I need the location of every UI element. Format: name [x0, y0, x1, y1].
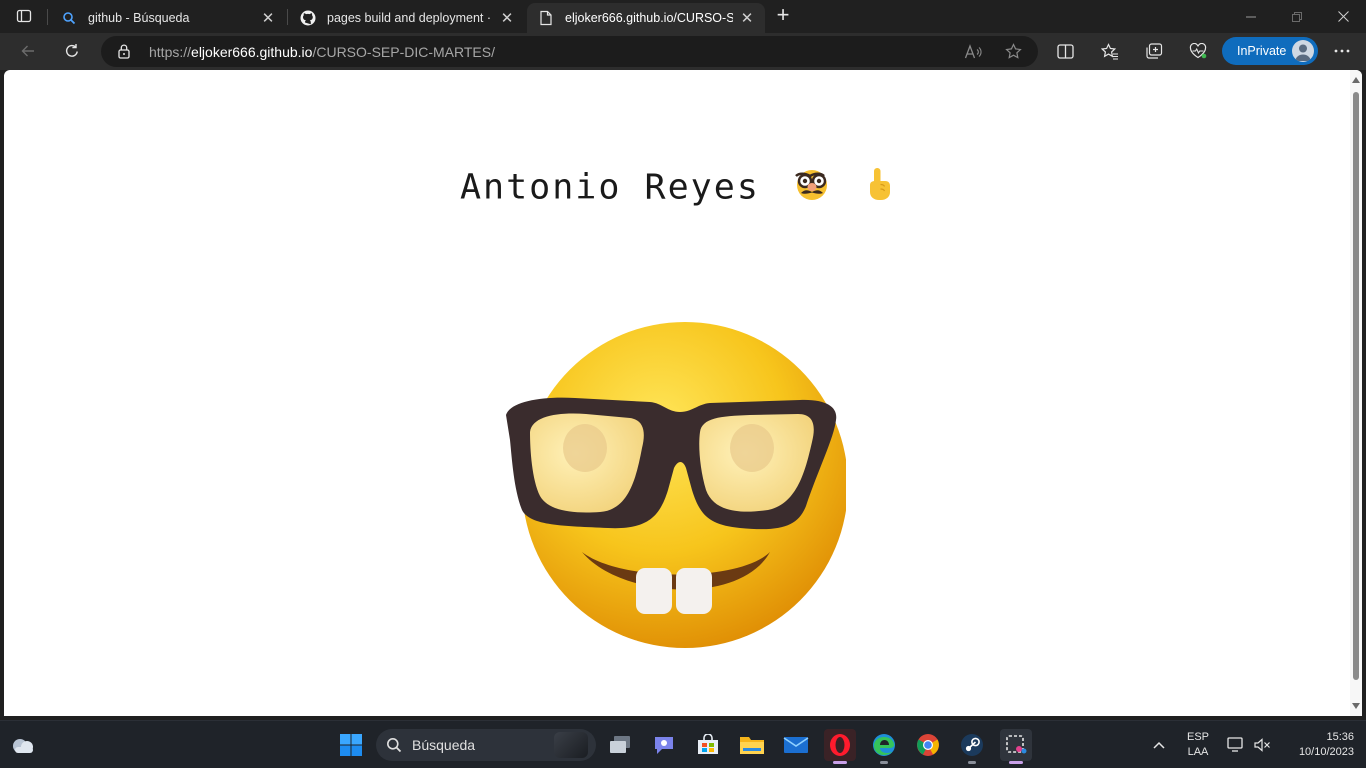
- tab-pages-build[interactable]: pages build and deployment · El ✕: [289, 3, 525, 33]
- url-path: /CURSO-SEP-DIC-MARTES/: [312, 44, 495, 60]
- tab-current-page[interactable]: eljoker666.github.io/CURSO-SEP ✕: [527, 3, 765, 33]
- back-arrow-icon: [21, 45, 34, 57]
- vertical-scrollbar[interactable]: [1350, 70, 1362, 716]
- url-text[interactable]: https://eljoker666.github.io/CURSO-SEP-D…: [149, 44, 495, 60]
- edge-icon[interactable]: [868, 729, 900, 764]
- tab-strip: github - Búsqueda ✕ pages build and depl…: [0, 0, 1366, 33]
- search-icon: [60, 9, 78, 27]
- nerd-face-icon: [500, 320, 848, 650]
- steam-icon[interactable]: [956, 729, 988, 764]
- minimize-button[interactable]: [1228, 0, 1274, 33]
- settings-more-button[interactable]: [1327, 37, 1357, 65]
- file-explorer-icon[interactable]: [736, 729, 768, 761]
- profile-avatar: [1292, 40, 1314, 62]
- disguise-face-icon: [793, 166, 831, 211]
- scroll-down-arrow[interactable]: [1352, 703, 1360, 709]
- inprivate-label: InPrivate: [1237, 44, 1287, 58]
- network-icon[interactable]: [1222, 729, 1250, 761]
- snipping-tool-icon[interactable]: [1000, 729, 1032, 764]
- pointing-up-icon: [864, 166, 894, 211]
- language-label: ESP: [1186, 731, 1209, 743]
- close-window-button[interactable]: [1320, 0, 1366, 33]
- inprivate-button[interactable]: InPrivate: [1222, 37, 1318, 65]
- read-aloud-button[interactable]: [959, 39, 987, 64]
- restore-icon: [1292, 11, 1302, 22]
- lock-icon[interactable]: [117, 43, 131, 64]
- chrome-icon[interactable]: [912, 729, 944, 761]
- browser-essentials-button[interactable]: [1183, 37, 1213, 65]
- heading-text: Antonio Reyes: [459, 167, 760, 208]
- favorites-button[interactable]: [1095, 37, 1125, 65]
- tab-github-search[interactable]: github - Búsqueda ✕: [50, 3, 286, 33]
- clock[interactable]: 15:36 10/10/2023: [1280, 730, 1354, 760]
- favorite-star-button[interactable]: [999, 39, 1027, 64]
- taskbar-search-placeholder: Búsqueda: [412, 737, 476, 753]
- keyboard-layout-label: LAA: [1187, 746, 1209, 758]
- task-view-icon[interactable]: [604, 729, 636, 761]
- tab-actions-menu-button[interactable]: [10, 4, 38, 28]
- tab-actions-icon: [16, 9, 32, 23]
- url-scheme: https://: [149, 44, 192, 60]
- tab-title: eljoker666.github.io/CURSO-SEP: [565, 11, 733, 25]
- tab-close-button[interactable]: ✕: [739, 10, 755, 27]
- page-icon: [537, 9, 555, 27]
- chevron-up-icon: [1153, 741, 1165, 749]
- show-hidden-icons-button[interactable]: [1145, 729, 1173, 761]
- search-icon: [387, 738, 402, 753]
- favorites-icon: [1101, 42, 1118, 60]
- close-icon: [1337, 11, 1349, 22]
- windows-taskbar: Búsqueda ESP LAA 15:36 10/10/2023: [0, 720, 1366, 768]
- store-icon[interactable]: [692, 729, 724, 761]
- github-icon: [299, 9, 317, 27]
- chat-icon[interactable]: [648, 729, 680, 761]
- scrollbar-thumb[interactable]: [1353, 92, 1359, 680]
- collections-button[interactable]: [1139, 37, 1169, 65]
- address-bar[interactable]: https://eljoker666.github.io/CURSO-SEP-D…: [101, 36, 1038, 67]
- mail-icon[interactable]: [780, 729, 812, 761]
- back-button[interactable]: [13, 37, 43, 65]
- url-host: eljoker666.github.io: [191, 44, 313, 60]
- clock-date: 10/10/2023: [1298, 746, 1354, 758]
- page-heading: Antonio Reyes: [4, 166, 1350, 211]
- volume-muted-icon[interactable]: [1250, 729, 1274, 761]
- tab-title: github - Búsqueda: [88, 11, 190, 25]
- tab-close-button[interactable]: ✕: [260, 10, 276, 27]
- page-viewport: Antonio Reyes: [4, 70, 1362, 716]
- new-tab-button[interactable]: +: [771, 4, 795, 28]
- input-language-indicator[interactable]: ESP LAA: [1180, 730, 1216, 760]
- star-icon: [1004, 43, 1022, 59]
- start-icon[interactable]: [335, 729, 367, 761]
- browser-toolbar: https://eljoker666.github.io/CURSO-SEP-D…: [0, 33, 1366, 70]
- clock-time: 15:36: [1326, 731, 1354, 743]
- refresh-button[interactable]: [57, 37, 87, 65]
- weather-icon[interactable]: [7, 729, 39, 761]
- restore-button[interactable]: [1274, 0, 1320, 33]
- heart-pulse-icon: [1189, 43, 1207, 59]
- tab-close-button[interactable]: ✕: [499, 10, 515, 27]
- read-aloud-icon: [964, 43, 982, 58]
- split-screen-button[interactable]: [1050, 37, 1080, 65]
- opera-icon[interactable]: [824, 729, 856, 764]
- tab-separator: [287, 9, 288, 25]
- scroll-up-arrow[interactable]: [1352, 77, 1360, 83]
- minimize-icon: [1246, 16, 1256, 17]
- collections-icon: [1146, 42, 1163, 59]
- tab-title: pages build and deployment · El: [327, 11, 493, 25]
- search-highlight-image: [554, 732, 588, 758]
- refresh-icon: [66, 44, 78, 57]
- split-screen-icon: [1056, 43, 1074, 59]
- more-icon: [1334, 49, 1350, 53]
- taskbar-search[interactable]: Búsqueda: [376, 729, 596, 761]
- tab-separator: [47, 9, 48, 25]
